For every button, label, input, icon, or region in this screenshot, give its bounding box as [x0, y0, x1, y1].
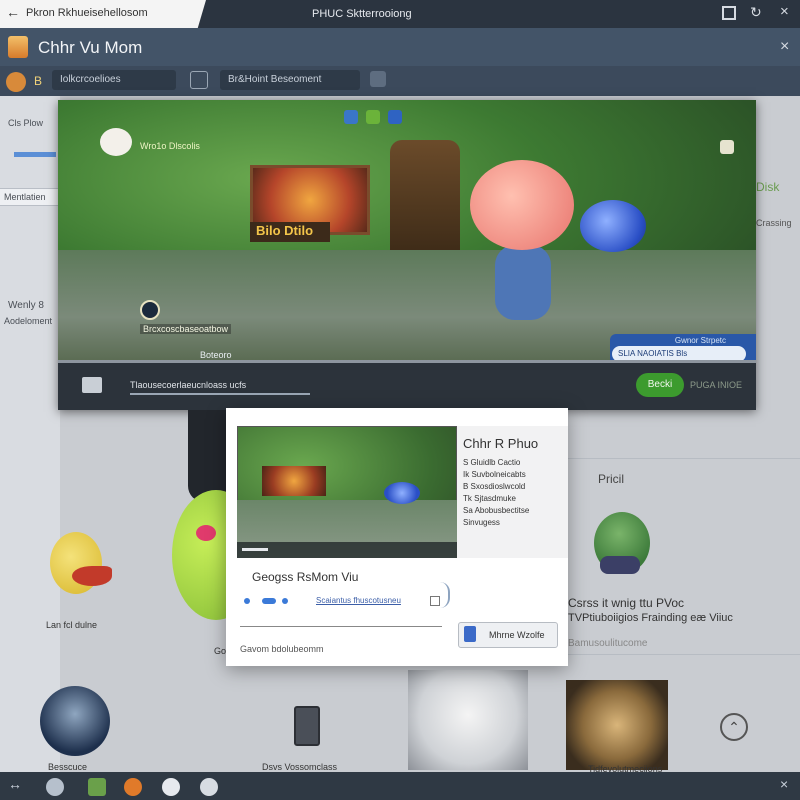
window-icon[interactable] — [722, 6, 736, 20]
address-text: Pkron Rkhueisehellosom — [26, 7, 148, 19]
scene-pig-icon — [100, 128, 132, 156]
modal-desc-line: Tk Sjtasdmuke — [463, 494, 516, 503]
bottom-avatar-image[interactable] — [40, 686, 110, 756]
sidebar-indicator — [14, 152, 56, 157]
camera-icon[interactable] — [82, 377, 102, 393]
player-side-text: PUGA INIOE — [690, 380, 743, 390]
chat-top-label: Gwnor Strpetc — [674, 336, 726, 345]
thumbnail-orb — [384, 482, 420, 504]
window-title: PHUC Sktterrooiong — [312, 8, 412, 20]
toolbar-badge: B — [34, 74, 43, 88]
close-icon[interactable]: × — [780, 3, 789, 20]
player-caption-input[interactable]: Tlaousecoerlaeucnloass ucfs — [130, 377, 310, 395]
sidebar-tab-label: Mentlatien — [4, 192, 46, 202]
user-avatar[interactable] — [6, 72, 26, 92]
modal-dot — [262, 598, 276, 604]
back-arrow-icon[interactable]: ← — [6, 4, 20, 20]
sidebar-item-4[interactable]: Aodeloment — [4, 316, 52, 326]
app-name: Chhr Vu Mom — [38, 38, 143, 57]
toolbar-chip-1[interactable]: Iolkcrcoelioes — [52, 70, 176, 90]
grid-divider-2 — [568, 654, 800, 655]
sidebar-item-1[interactable]: Cls Plow — [8, 118, 43, 128]
thumbnail-progress[interactable] — [242, 548, 268, 551]
refresh-icon[interactable]: ↻ — [750, 4, 762, 21]
cat-image[interactable] — [408, 670, 528, 770]
taskbar-app-icon-2[interactable] — [88, 778, 106, 796]
modal-input[interactable]: Gavom bdolubeomm — [240, 644, 324, 654]
app-logo-icon — [8, 36, 28, 58]
modal-dot — [244, 598, 250, 604]
phone-label: Dsvs Vossomclass — [262, 762, 338, 772]
toolbar-window-button[interactable] — [190, 71, 208, 89]
scene-bottom-caption: Boteoro — [200, 350, 232, 360]
taskbar-close-icon[interactable]: × — [780, 776, 788, 792]
player-action-button[interactable]: Becki — [636, 373, 684, 397]
taskbar-app-icon-4[interactable] — [162, 778, 180, 796]
toolbar-menu-button[interactable] — [370, 71, 386, 87]
grid-item-title[interactable]: Csrss it wnig ttu PVoc — [568, 596, 684, 610]
modal-small-button[interactable] — [430, 596, 440, 606]
modal-link[interactable]: Scaiantus fhuscotusneu — [316, 596, 401, 605]
character-body — [495, 245, 551, 320]
character-head — [470, 160, 574, 250]
scene-icon-blue — [344, 110, 358, 124]
thumbnail-shop — [262, 466, 326, 496]
dark-panel — [188, 410, 228, 502]
toolbar-chip-2[interactable]: Br&Hoint Beseoment — [220, 70, 360, 90]
chick-bill — [72, 566, 112, 586]
taskbar-app-icon-5[interactable] — [200, 778, 218, 796]
grid-divider — [568, 458, 800, 459]
player-badge-icon — [140, 300, 160, 320]
grid-item-subtitle: TVPtiuboiigios Frainding eæ Viiuc — [568, 612, 733, 624]
scene-icon-shield — [388, 110, 402, 124]
chick-label: Lan fcl dulne — [46, 620, 98, 630]
modal-title: Chhr R Phuo — [463, 436, 539, 451]
right-panel-title: Disk — [756, 180, 780, 194]
thumbnail-controls — [237, 542, 457, 558]
scene-tree — [390, 140, 460, 250]
scene-label-top: Wro1o Dlscolis — [140, 141, 200, 151]
badge-caption: Brcxcoscbaseoatbow — [140, 324, 232, 334]
scene-icon-corner — [720, 140, 734, 154]
frog-base — [600, 556, 640, 574]
sidebar-item-3[interactable]: Wenly 8 — [8, 300, 44, 311]
grid-item-meta: Bamusoulitucome — [568, 638, 648, 649]
coin-image[interactable] — [566, 680, 668, 770]
right-panel-sub: Crassing — [756, 218, 792, 228]
modal-desc-line: Sa Abobusbectitse — [463, 506, 530, 515]
taskbar — [0, 772, 800, 800]
modal-input-underline — [240, 626, 442, 627]
scene-icon-green — [366, 110, 380, 124]
grid-price-label: Pricil — [598, 472, 624, 486]
modal-dot — [282, 598, 288, 604]
phone-icon — [464, 626, 476, 642]
modal-desc-line: S Gluidlb Cactio — [463, 458, 521, 467]
scene-shop-sign: Bilo Dtilo — [250, 222, 330, 242]
bottom-avatar-label: Besscuce — [48, 762, 88, 772]
modal-desc-line: Sinvugess — [463, 518, 500, 527]
sidebar-tab[interactable]: Mentlatien — [0, 188, 60, 206]
scene-orb — [580, 200, 646, 252]
modal-heading: Geogss RsMom Viu — [252, 570, 359, 584]
blob-mouth — [196, 525, 216, 541]
blob-label: Go — [214, 646, 227, 656]
taskbar-app-icon-3[interactable] — [124, 778, 142, 796]
taskbar-app-icon-1[interactable] — [46, 778, 64, 796]
modal-desc-line: Ik Suvbolneicabts — [463, 470, 526, 479]
header-close-icon[interactable]: × — [780, 38, 789, 56]
modal-desc-line: B Sxosdioslwcold — [463, 482, 526, 491]
chevron-up-icon[interactable]: ⌃ — [720, 713, 748, 741]
taskbar-back-icon[interactable]: ↔ — [8, 776, 22, 792]
address-bar[interactable]: ← Pkron Rkhueisehellosom — [0, 0, 206, 28]
phone-image[interactable] — [294, 706, 320, 746]
